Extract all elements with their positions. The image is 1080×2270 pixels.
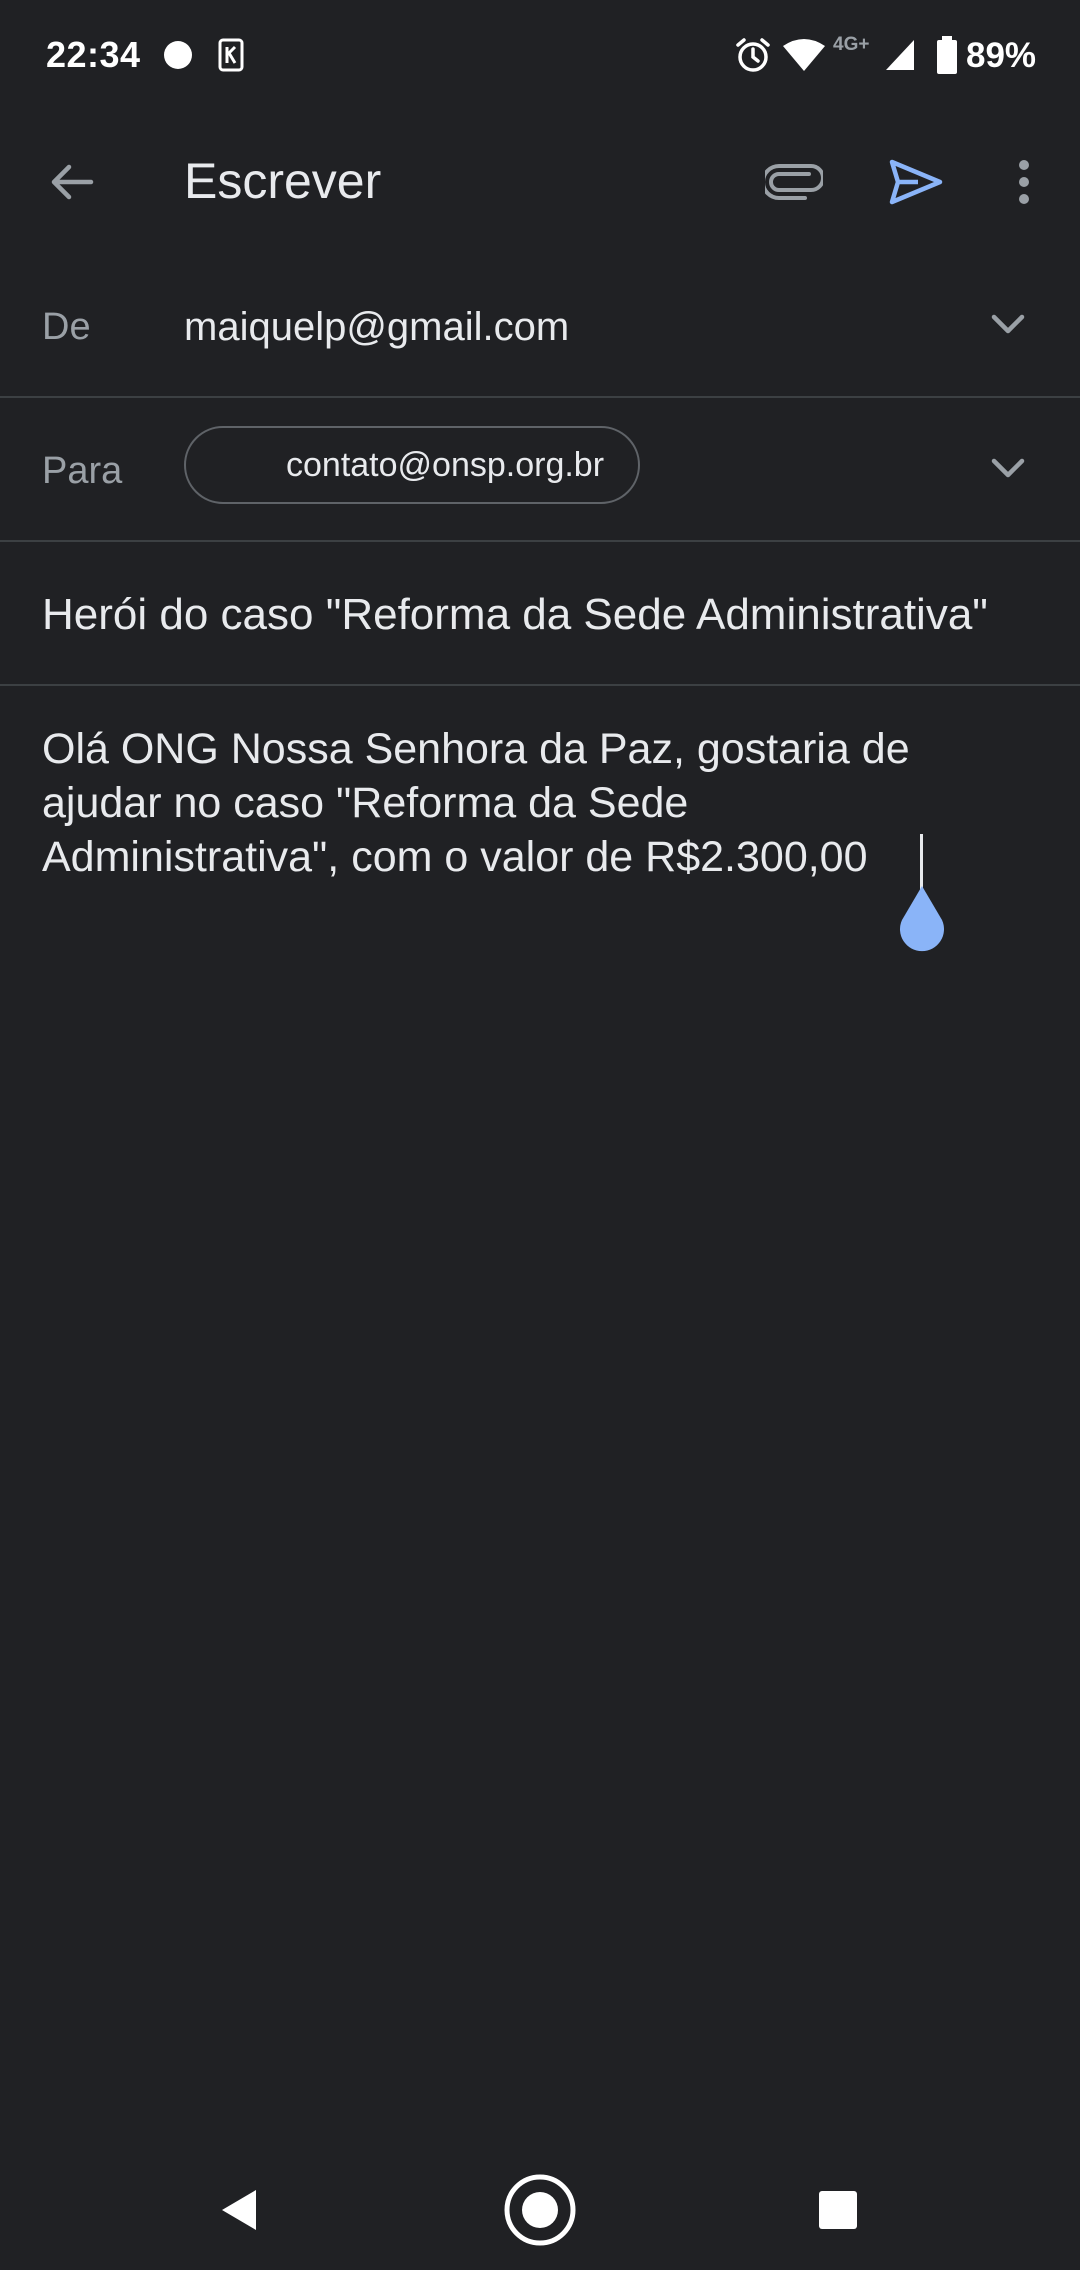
back-arrow-icon	[51, 164, 94, 200]
to-row: Para contato@onsp.org.br	[0, 396, 1080, 542]
more-vert-icon	[1019, 160, 1029, 204]
back-triangle-icon[interactable]	[216, 2186, 264, 2234]
recipient-chip-label: contato@onsp.org.br	[286, 446, 605, 484]
compose-toolbar: Escrever	[0, 112, 1080, 252]
from-label: De	[42, 306, 91, 348]
subject-row[interactable]: Herói do caso "Reforma da Sede Administr…	[0, 540, 1080, 686]
subject-field[interactable]: Herói do caso "Reforma da Sede Administr…	[42, 590, 988, 640]
chevron-down-icon[interactable]	[986, 446, 1030, 490]
recents-square-icon[interactable]	[816, 2188, 860, 2232]
status-bar: 22:34 4G+ 89%	[0, 0, 1080, 112]
send-button[interactable]	[876, 146, 956, 218]
battery-icon	[937, 36, 957, 74]
from-address: maiquelp@gmail.com	[184, 305, 570, 349]
to-label: Para	[42, 450, 123, 492]
from-row[interactable]: De maiquelp@gmail.com	[0, 252, 1080, 398]
recipient-chip[interactable]: contato@onsp.org.br	[184, 426, 640, 504]
attach-button[interactable]	[754, 146, 834, 218]
wifi-icon	[783, 39, 825, 71]
body-line: Olá ONG Nossa Senhora da Paz, gostaria d…	[42, 725, 910, 773]
k-app-icon	[218, 38, 244, 72]
status-time: 22:34	[46, 34, 141, 75]
notification-dot-icon	[164, 41, 192, 69]
body-line: ajudar no caso "Reforma da Sede	[42, 779, 689, 827]
more-options-button[interactable]	[996, 146, 1052, 218]
signal-icon	[886, 40, 914, 70]
body-line: Administrativa", com o valor de R$2.300,…	[42, 833, 868, 881]
system-nav-bar	[0, 2152, 1080, 2270]
network-type-label: 4G+	[833, 34, 870, 55]
attach-icon	[765, 164, 823, 200]
page-title: Escrever	[184, 153, 382, 209]
battery-percent: 89%	[966, 36, 1037, 75]
alarm-icon	[736, 38, 770, 72]
chevron-down-icon[interactable]	[986, 302, 1030, 346]
body-field[interactable]: Olá ONG Nossa Senhora da Paz, gostaria d…	[42, 722, 1042, 884]
send-icon	[889, 159, 943, 205]
cursor-handle-icon[interactable]	[896, 884, 948, 952]
back-button[interactable]	[36, 146, 108, 218]
home-circle-icon[interactable]	[502, 2172, 578, 2248]
